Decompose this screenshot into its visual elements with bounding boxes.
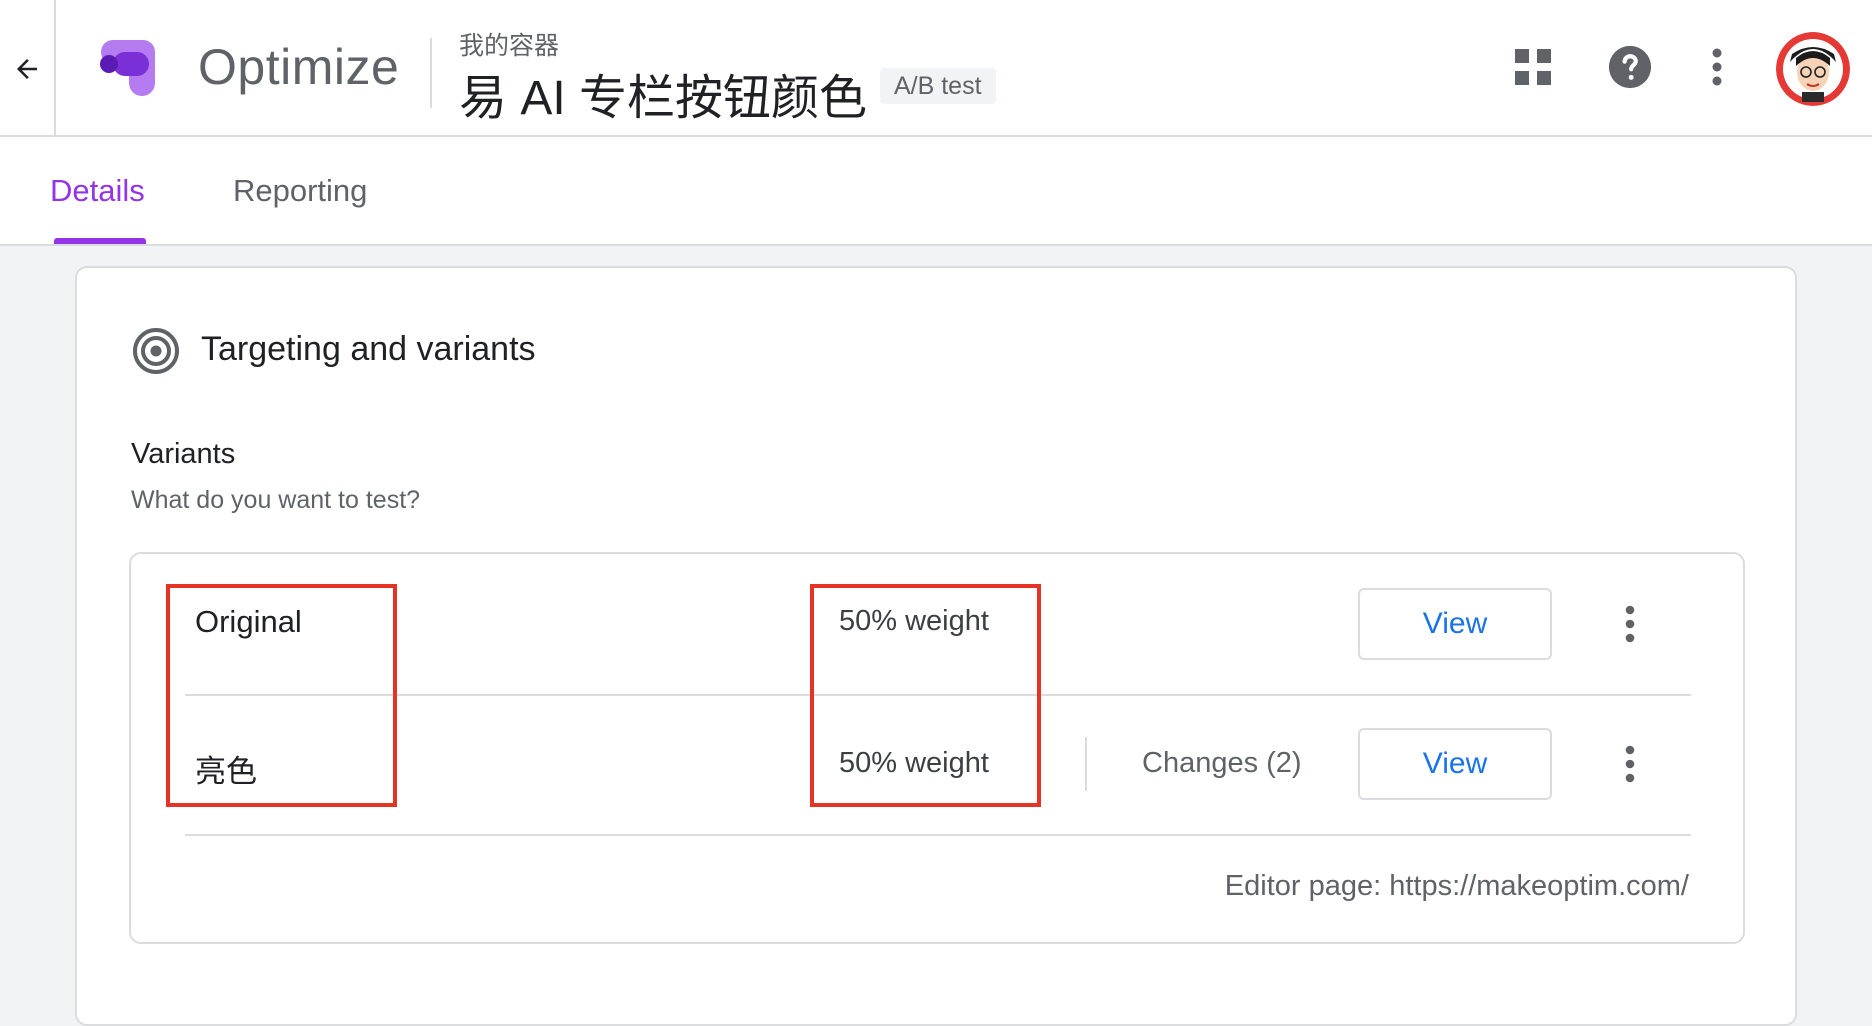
more-vert-icon <box>1712 48 1722 86</box>
variants-subtitle: What do you want to test? <box>131 486 421 514</box>
changes-divider <box>1085 737 1087 791</box>
header-divider <box>430 38 432 108</box>
optimize-logo-icon <box>100 40 155 96</box>
more-vert-icon <box>1625 745 1635 783</box>
active-tab-indicator <box>54 238 146 244</box>
variants-list: Original 50% weight View 亮色 50% weight C… <box>129 552 1745 944</box>
view-variant-button[interactable]: View <box>1358 728 1552 800</box>
row-divider <box>185 834 1691 836</box>
back-arrow-icon <box>17 58 37 79</box>
tab-bar: Details Reporting <box>0 137 1872 246</box>
variant-weight[interactable]: 50% weight <box>839 747 989 780</box>
top-app-bar: Optimize 我的容器 易 AI 专栏按钮颜色 A/B test <box>0 0 1872 137</box>
changes-link[interactable]: Changes (2) <box>1142 747 1302 780</box>
experiment-type-badge: A/B test <box>880 68 996 104</box>
tab-details[interactable]: Details <box>50 173 145 209</box>
editor-page-url: Editor page: https://makeoptim.com/ <box>1224 870 1689 902</box>
target-icon <box>133 328 179 374</box>
back-button[interactable] <box>0 0 56 137</box>
apps-grid-icon <box>1515 49 1551 85</box>
avatar[interactable] <box>1776 32 1850 106</box>
apps-button[interactable] <box>1506 40 1560 94</box>
targeting-and-variants-card: Targeting and variants Variants What do … <box>75 266 1797 1026</box>
more-vert-icon <box>1625 605 1635 643</box>
tab-reporting[interactable]: Reporting <box>233 173 367 209</box>
variant-more-button[interactable] <box>1610 734 1650 794</box>
container-name[interactable]: 我的容器 <box>459 26 559 62</box>
variant-more-button[interactable] <box>1610 594 1650 654</box>
view-variant-button[interactable]: View <box>1358 588 1552 660</box>
more-options-button[interactable] <box>1690 40 1744 94</box>
variant-name-light[interactable]: 亮色 <box>195 746 257 791</box>
variants-heading: Variants <box>131 438 236 470</box>
help-icon <box>1608 45 1652 89</box>
help-button[interactable] <box>1603 40 1657 94</box>
card-title: Targeting and variants <box>201 330 536 368</box>
row-divider <box>185 694 1691 696</box>
experiment-title[interactable]: 易 AI 专栏按钮颜色 <box>459 58 867 128</box>
app-name: Optimize <box>198 39 400 95</box>
avatar-image <box>1776 32 1850 106</box>
variant-name-original[interactable]: Original <box>195 604 302 640</box>
variant-weight[interactable]: 50% weight <box>839 605 989 638</box>
